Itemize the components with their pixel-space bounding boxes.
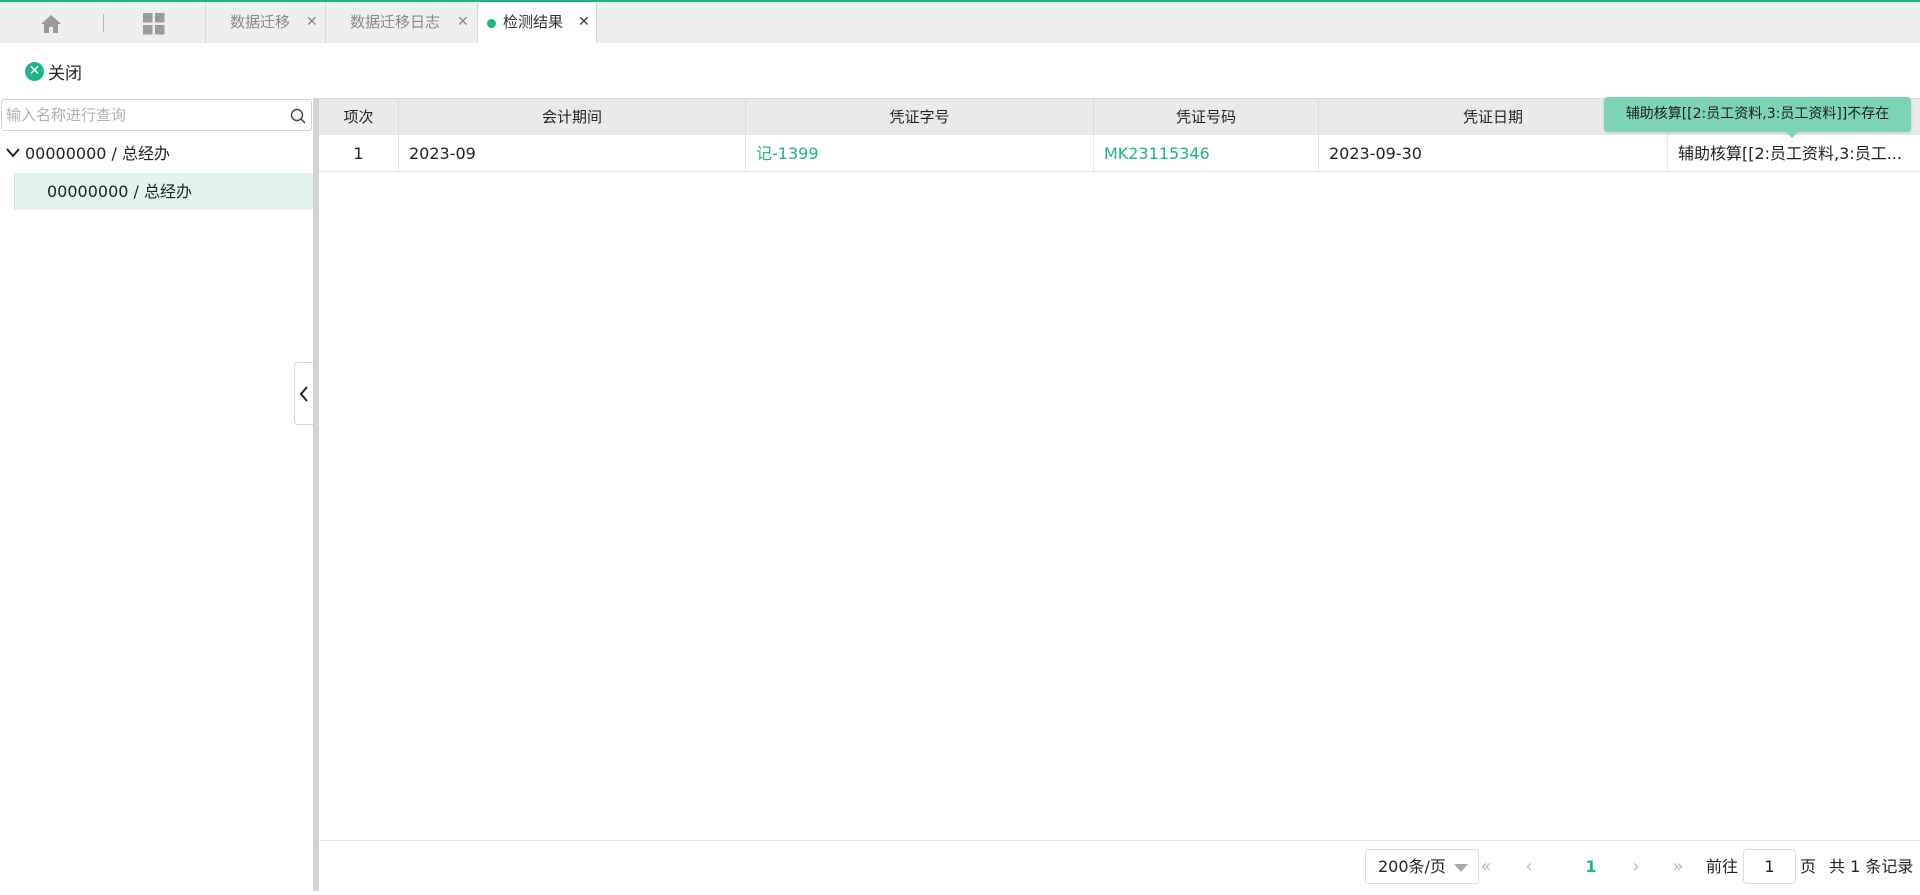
first-page-icon[interactable]: « <box>1471 849 1501 884</box>
close-circle-icon: ✕ <box>25 61 44 81</box>
goto-page-input[interactable] <box>1743 849 1796 884</box>
column-header-period[interactable]: 会计期间 <box>399 99 746 136</box>
cell-index: 1 <box>319 135 399 172</box>
active-dot-icon <box>487 19 496 28</box>
tree-panel: 00000000 / 总经办 00000000 / 总经办 <box>0 98 313 891</box>
tree-node-root[interactable]: 00000000 / 总经办 <box>0 135 313 172</box>
pagination: 200条/页 « ‹ 1 › » 前往 页 共 1 条记录 <box>319 840 1920 891</box>
toolbar: ✕ 关闭 <box>0 43 1920 98</box>
result-table: 项次 会计期间 凭证字号 凭证号码 凭证日期 1 2023-09 记-1399 … <box>319 98 1920 891</box>
next-page-icon[interactable]: › <box>1621 849 1651 884</box>
page-unit-label: 页 <box>1800 857 1817 876</box>
column-header-index[interactable]: 项次 <box>319 99 399 136</box>
page-size-select[interactable]: 200条/页 <box>1365 849 1479 884</box>
close-icon[interactable]: ✕ <box>457 2 469 43</box>
chevron-left-icon <box>299 386 308 402</box>
tree-node-label: 00000000 / 总经办 <box>25 144 171 163</box>
search-input[interactable] <box>6 103 286 127</box>
last-page-icon[interactable]: » <box>1663 849 1693 884</box>
tab-label: 数据迁移日志 <box>350 13 441 31</box>
close-icon[interactable]: ✕ <box>578 2 590 43</box>
cell-voucher-no-link[interactable]: MK23115346 <box>1094 135 1319 172</box>
chevron-down-icon[interactable] <box>6 135 20 172</box>
cell-date: 2023-09-30 <box>1319 135 1668 172</box>
page-size-value: 200条/页 <box>1378 857 1446 876</box>
column-header-voucher-word[interactable]: 凭证字号 <box>746 99 1094 136</box>
home-icon[interactable] <box>40 14 62 34</box>
tooltip-text: 辅助核算[[2:员工资料,3:员工资料]]不存在 <box>1625 106 1890 122</box>
tree-node-label: 00000000 / 总经办 <box>47 182 193 201</box>
tree-node-child[interactable]: 00000000 / 总经办 <box>0 173 313 210</box>
tab-data-migration-log[interactable]: 数据迁移日志 ✕ <box>325 2 477 43</box>
close-button-label: 关闭 <box>48 63 82 84</box>
prev-page-icon[interactable]: ‹ <box>1514 849 1544 884</box>
table-row[interactable]: 1 2023-09 记-1399 MK23115346 2023-09-30 辅… <box>319 135 1920 172</box>
close-icon[interactable]: ✕ <box>306 2 318 43</box>
tab-bar: 数据迁移 ✕ 数据迁移日志 ✕ 检测结果 ✕ <box>0 0 1920 43</box>
column-header-voucher-no[interactable]: 凭证号码 <box>1094 99 1319 136</box>
cell-voucher-word-link[interactable]: 记-1399 <box>746 135 1094 172</box>
tab-check-result[interactable]: 检测结果 ✕ <box>477 2 597 43</box>
apps-grid-icon[interactable] <box>143 13 165 35</box>
cell-tooltip: 辅助核算[[2:员工资料,3:员工资料]]不存在 <box>1604 97 1911 138</box>
tab-separator <box>103 14 104 32</box>
tab-data-migration[interactable]: 数据迁移 ✕ <box>205 2 325 43</box>
search-icon[interactable] <box>290 108 306 124</box>
collapse-panel-button[interactable] <box>294 362 313 425</box>
tree-guide-line <box>14 173 15 210</box>
tab-label: 检测结果 <box>503 13 564 31</box>
goto-label: 前往 <box>1706 857 1739 876</box>
total-records: 共 1 条记录 <box>1829 857 1914 876</box>
current-page[interactable]: 1 <box>1576 849 1606 884</box>
cell-message[interactable]: 辅助核算[[2:员工资料,3:员工... <box>1668 135 1920 172</box>
tab-label: 数据迁移 <box>230 13 291 31</box>
cell-period: 2023-09 <box>399 135 746 172</box>
close-button[interactable]: ✕ 关闭 <box>25 59 82 84</box>
caret-down-icon <box>1454 864 1468 872</box>
tooltip-arrow <box>1786 132 1798 138</box>
tree-search <box>1 99 312 131</box>
